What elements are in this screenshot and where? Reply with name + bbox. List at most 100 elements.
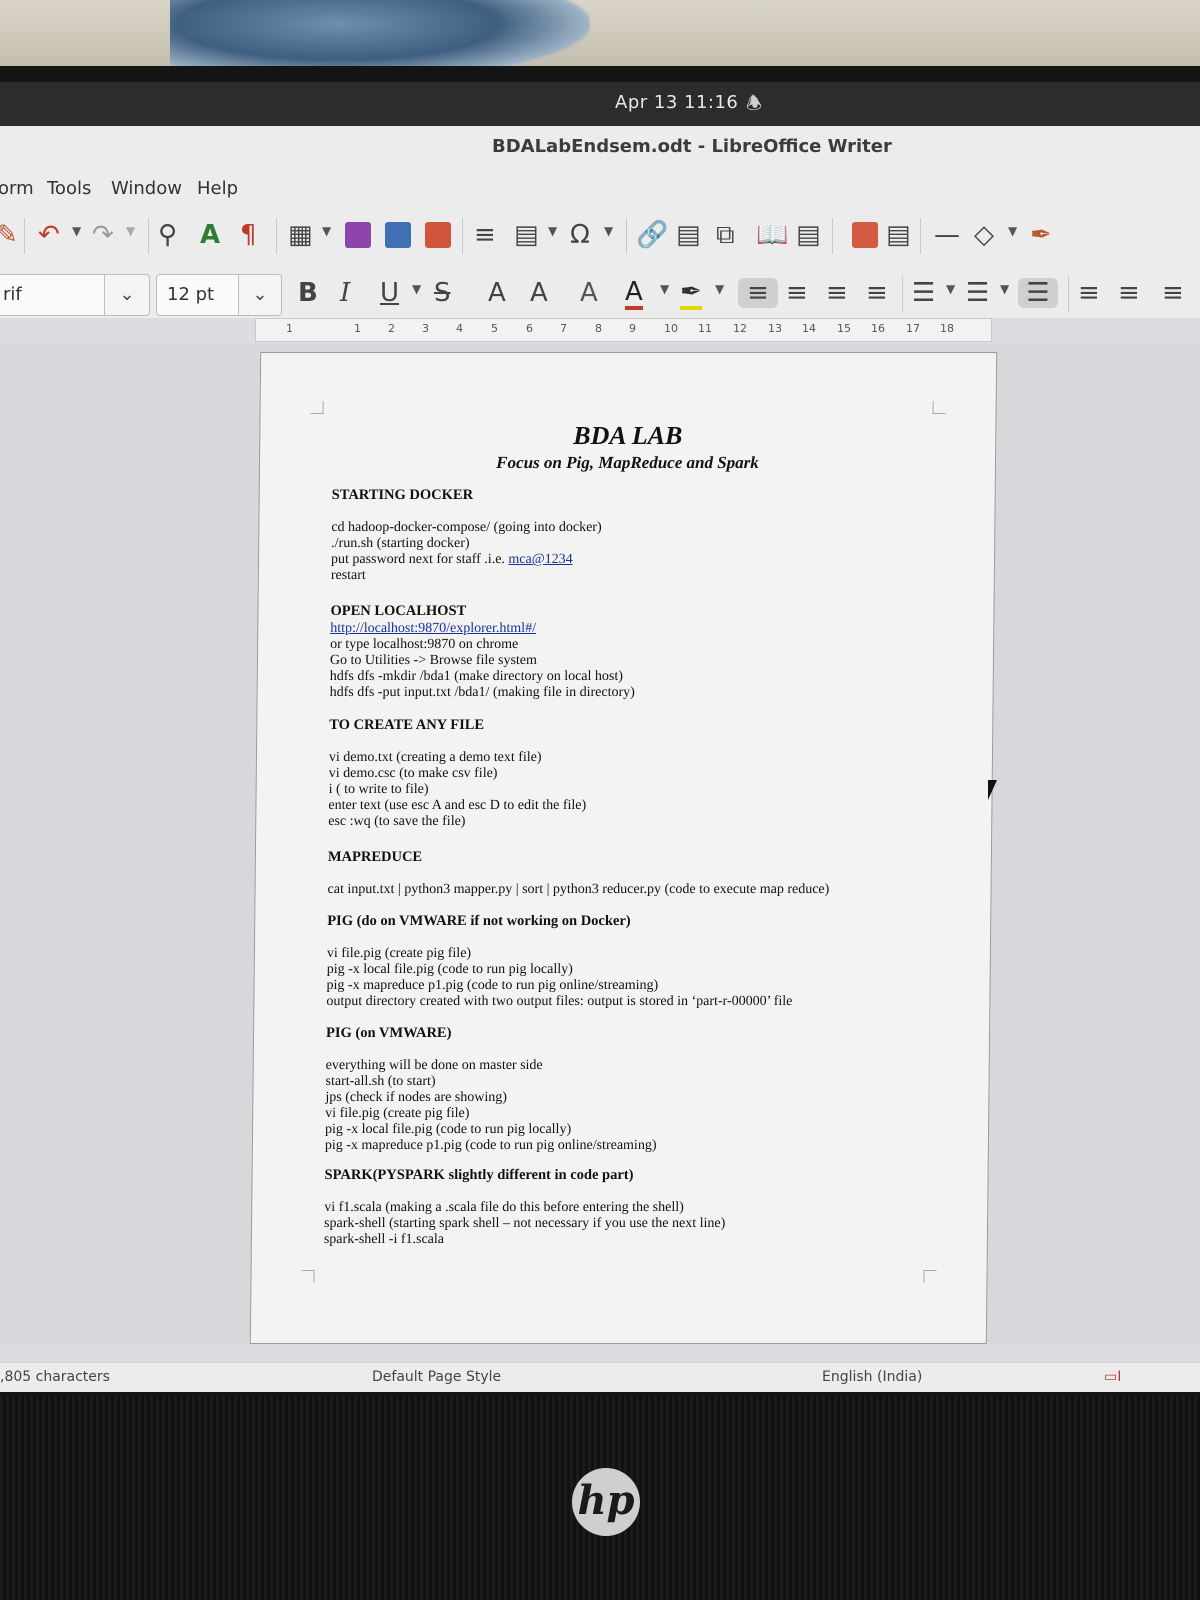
insert-table-icon[interactable]: ▦	[288, 220, 313, 250]
localhost-link[interactable]: http://localhost:9870/explorer.html#/	[330, 621, 950, 637]
monitor-screen: Apr 13 11:16 🕭 BDALabEndsem.odt - LibreO…	[0, 82, 1200, 1392]
ruler-number: 10	[664, 322, 678, 335]
align-left-icon[interactable]: ≡	[738, 278, 778, 308]
page-break-icon[interactable]: ≡	[474, 220, 496, 250]
spelling-icon[interactable]: A	[200, 220, 220, 250]
password-link[interactable]: mca@1234	[508, 552, 572, 567]
undo-icon[interactable]: ↶	[38, 220, 60, 250]
subscript-icon[interactable]: A	[530, 278, 548, 308]
align-right-icon[interactable]: ≡	[826, 278, 848, 308]
formatting-marks-icon[interactable]: ¶	[240, 220, 257, 250]
ruler-number: 5	[491, 322, 498, 335]
ordered-list-dropdown-icon[interactable]: ▼	[1000, 282, 1009, 296]
cross-reference-icon[interactable]: ▤	[796, 220, 821, 250]
ruler-number: 9	[629, 322, 636, 335]
justify-icon[interactable]: ≡	[866, 278, 888, 308]
insert-chart-icon[interactable]	[385, 222, 411, 248]
bookmark-icon[interactable]: 📖	[756, 220, 788, 250]
superscript-icon[interactable]: A	[488, 278, 506, 308]
font-name-input[interactable]: rif	[0, 274, 114, 316]
font-name-dropdown-icon[interactable]: ⌄	[104, 274, 150, 316]
underline-dropdown-icon[interactable]: ▼	[412, 282, 421, 296]
insert-textbox-icon[interactable]	[425, 222, 451, 248]
special-character-dropdown-icon[interactable]: ▼	[604, 224, 613, 238]
section-spark: SPARK(PYSPARK slightly different in code…	[324, 1167, 945, 1248]
standard-toolbar: ✎ ↶ ▼ ↷ ▼ ⚲ A ¶ ▦ ▼ ≡ ▤ ▼ Ω ▼ 🔗 ▤ ⧉ 📖 ▤ …	[0, 208, 1200, 266]
increase-indent-icon[interactable]: ≡	[1078, 278, 1100, 308]
system-clock[interactable]: Apr 13 11:16	[615, 92, 738, 113]
page-style[interactable]: Default Page Style	[372, 1369, 501, 1385]
unordered-list-icon[interactable]: ☰	[912, 278, 935, 308]
system-top-bar: Apr 13 11:16 🕭	[0, 82, 1200, 126]
endnote-icon[interactable]: ⧉	[716, 220, 735, 251]
doc-line: cat input.txt | python3 mapper.py | sort…	[327, 882, 830, 897]
hyperlink-icon[interactable]: 🔗	[636, 220, 668, 250]
ruler-number: 11	[698, 322, 712, 335]
field-dropdown-icon[interactable]: ▼	[548, 224, 557, 238]
ruler-number: 4	[456, 322, 463, 335]
horizontal-ruler[interactable]: 1 1 2 3 4 5 6 7 8 9 10 11 12 13 14 15 16…	[255, 318, 992, 342]
section-pig-vmware: PIG (on VMWARE) everything will be done …	[325, 1025, 946, 1154]
line-spacing-icon[interactable]: ≡	[1162, 278, 1184, 308]
basic-shapes-icon[interactable]: ◇	[974, 220, 994, 250]
decrease-indent-icon[interactable]: ≡	[1118, 278, 1140, 308]
language-indicator[interactable]: English (India)	[822, 1369, 922, 1385]
font-color-icon[interactable]: A	[625, 278, 643, 310]
hp-logo: hp	[572, 1468, 640, 1536]
clone-formatting-icon[interactable]: ✎	[0, 220, 18, 250]
clear-formatting-icon[interactable]: A	[580, 278, 598, 308]
document-subtitle: Focus on Pig, MapReduce and Spark	[496, 453, 759, 472]
toolbar-separator	[920, 218, 921, 254]
redo-dropdown-icon[interactable]: ▼	[126, 224, 135, 238]
doc-line: pig -x mapreduce p1.pig (code to run pig…	[324, 1138, 657, 1153]
highlight-color-icon[interactable]: ✒	[680, 278, 702, 310]
insert-line-icon[interactable]: —	[934, 220, 960, 250]
track-changes-icon[interactable]: ▤	[886, 220, 911, 250]
align-center-icon[interactable]: ≡	[786, 278, 808, 308]
unordered-list-dropdown-icon[interactable]: ▼	[946, 282, 955, 296]
character-count[interactable]: ,805 characters	[0, 1369, 110, 1385]
menu-format[interactable]: orm	[0, 178, 34, 199]
section-starting-docker: STARTING DOCKER cd hadoop-docker-compose…	[331, 487, 952, 584]
insert-field-icon[interactable]: ▤	[514, 220, 539, 250]
shapes-dropdown-icon[interactable]: ▼	[1008, 224, 1017, 238]
insert-image-icon[interactable]	[345, 222, 371, 248]
window-title: BDALabEndsem.odt - LibreOffice Writer	[492, 136, 892, 157]
ordered-list-icon[interactable]: ☰	[966, 278, 989, 308]
section-create-file: TO CREATE ANY FILE vi demo.txt (creating…	[328, 717, 949, 830]
footnote-icon[interactable]: ▤	[676, 220, 701, 250]
doc-line: vi demo.csc (to make csv file)	[328, 766, 498, 781]
menu-help[interactable]: Help	[197, 178, 238, 199]
bold-icon[interactable]: B	[298, 278, 318, 308]
font-size-dropdown-icon[interactable]: ⌄	[238, 274, 282, 316]
redo-icon[interactable]: ↷	[92, 220, 114, 250]
underline-icon[interactable]: U	[380, 278, 399, 308]
special-character-icon[interactable]: Ω	[570, 220, 590, 250]
notification-bell-icon[interactable]: 🕭	[746, 91, 762, 121]
doc-line: put password next for staff .i.e. mca@12…	[331, 552, 951, 568]
toolbar-separator	[902, 276, 903, 312]
strikethrough-icon[interactable]: S	[434, 278, 451, 308]
find-replace-icon[interactable]: ⚲	[158, 220, 177, 250]
table-dropdown-icon[interactable]: ▼	[322, 224, 331, 238]
doc-line: vi file.pig (create pig file)	[326, 946, 472, 961]
doc-line: restart	[330, 568, 366, 583]
toolbar-separator	[148, 218, 149, 254]
highlight-dropdown-icon[interactable]: ▼	[715, 282, 724, 296]
comment-icon[interactable]	[852, 222, 878, 248]
section-mapreduce: MAPREDUCE cat input.txt | python3 mapper…	[327, 849, 948, 898]
undo-dropdown-icon[interactable]: ▼	[72, 224, 81, 238]
font-size-input[interactable]: 12 pt	[156, 274, 248, 316]
doc-line: hdfs dfs -put input.txt /bda1/ (making f…	[329, 685, 635, 700]
outline-format-icon[interactable]: ☰	[1018, 278, 1058, 308]
menu-tools[interactable]: Tools	[47, 178, 91, 199]
draw-function-icon[interactable]: ✒	[1030, 220, 1052, 250]
menu-window[interactable]: Window	[111, 178, 182, 199]
section-open-localhost: OPEN LOCALHOST http://localhost:9870/exp…	[330, 603, 951, 701]
doc-line: vi f1.scala (making a .scala file do thi…	[324, 1200, 684, 1215]
mouse-pointer-icon	[988, 780, 997, 800]
font-color-dropdown-icon[interactable]: ▼	[660, 282, 669, 296]
italic-icon[interactable]: I	[340, 278, 350, 308]
document-page[interactable]: BDA LAB Focus on Pig, MapReduce and Spar…	[249, 352, 998, 1344]
selection-mode-icon[interactable]: ▭I	[1104, 1369, 1121, 1385]
